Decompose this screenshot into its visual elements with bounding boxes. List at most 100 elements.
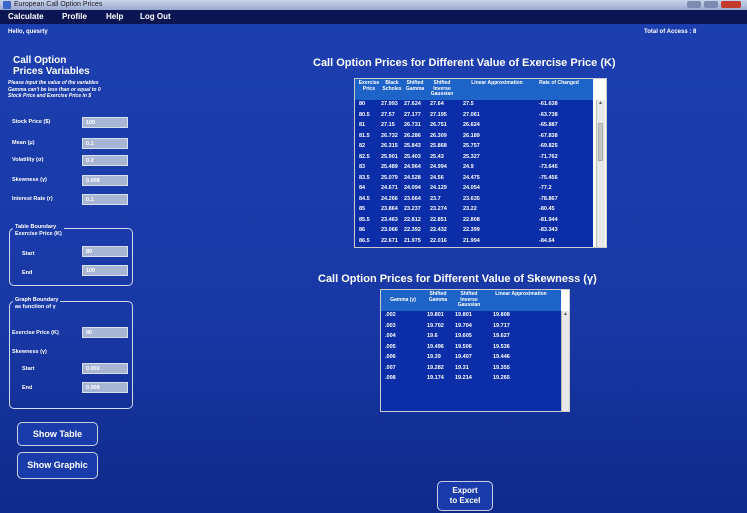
table-cell: 26.751 bbox=[430, 122, 447, 128]
table-cell: -67.838 bbox=[539, 132, 558, 139]
table-end-label: End bbox=[22, 270, 33, 276]
graph-start-input[interactable]: 0.002 bbox=[82, 363, 128, 374]
skewness-table-header: Gamma (γ) Shifted Gamma Shifted Inverse … bbox=[381, 290, 561, 311]
interest-rate-input[interactable]: 0.1 bbox=[82, 194, 128, 205]
table-cell: -63.738 bbox=[539, 111, 558, 118]
export-excel-button[interactable]: Export to Excel bbox=[437, 481, 493, 511]
table-cell: 83 bbox=[359, 164, 366, 170]
graph-boundary-title-line2: as function of γ bbox=[15, 304, 56, 310]
table-cell: 22.392 bbox=[404, 227, 421, 233]
table-row[interactable]: .005 19.496 19.506 19.536 bbox=[381, 343, 561, 352]
table-cell: 19.265 bbox=[493, 375, 510, 381]
graph-skewness-label: Skewness (γ) bbox=[12, 349, 47, 355]
menu-logout[interactable]: Log Out bbox=[140, 10, 171, 24]
table-row[interactable]: .002 19.801 19.801 19.808 bbox=[381, 311, 561, 320]
variables-title-line2: Prices Variables bbox=[13, 66, 90, 77]
scroll-up-icon[interactable]: ▲ bbox=[598, 100, 603, 106]
table-row[interactable]: 82 26.315 25.843 25.868 25.757 -69.825 bbox=[355, 142, 593, 151]
graph-start-label: Start bbox=[22, 366, 35, 372]
table-cell: 24.054 bbox=[463, 185, 480, 191]
table-cell: 19.355 bbox=[493, 364, 510, 371]
mean-input[interactable]: 0.1 bbox=[82, 138, 128, 149]
table-row[interactable]: 80 27.993 27.624 27.64 27.5 -61.638 bbox=[355, 100, 593, 109]
table-start-label: Start bbox=[22, 251, 35, 257]
table-cell: 19.496 bbox=[427, 343, 444, 350]
table-row[interactable]: 84 24.671 24.094 24.129 24.054 -77.2 bbox=[355, 184, 593, 193]
table-row[interactable]: .004 19.6 19.605 19.627 bbox=[381, 332, 561, 341]
table-cell: .007 bbox=[385, 364, 396, 371]
table-cell: .003 bbox=[385, 322, 396, 329]
interest-rate-label: Interest Rate (r) bbox=[12, 196, 53, 202]
stock-price-input[interactable]: 100 bbox=[82, 117, 128, 128]
table-row[interactable]: 86 23.066 22.392 22.432 22.399 -83.343 bbox=[355, 226, 593, 235]
table-row[interactable]: .003 19.702 19.704 19.717 bbox=[381, 322, 561, 331]
table-cell: 19.506 bbox=[455, 343, 472, 350]
table-cell: -77.2 bbox=[539, 185, 552, 191]
table-cell: 26.732 bbox=[381, 132, 398, 139]
table-row[interactable]: 85 23.864 23.237 23.274 23.22 -80.45 bbox=[355, 205, 593, 214]
table-cell: 19.702 bbox=[427, 322, 444, 329]
table-cell: 27.5 bbox=[463, 101, 474, 107]
menu-help[interactable]: Help bbox=[106, 10, 123, 24]
table-cell: 21.994 bbox=[463, 237, 480, 244]
graph-exercise-label: Exercise Price (K) bbox=[12, 330, 59, 336]
table-cell: 23.7 bbox=[430, 195, 441, 202]
table-row[interactable]: 81 27.15 26.731 26.751 26.624 -65.887 bbox=[355, 121, 593, 130]
table-cell: 19.174 bbox=[427, 375, 444, 381]
table-cell: 26.309 bbox=[430, 132, 447, 139]
table-cell: 26.624 bbox=[463, 122, 480, 128]
table-cell: 23.864 bbox=[381, 206, 398, 212]
exercise-price-table[interactable]: Exercise Price Black Scholes Shifted Gam… bbox=[354, 78, 607, 248]
column-header: Linear Approximation bbox=[495, 291, 547, 297]
table-row[interactable]: .007 19.282 19.31 19.355 bbox=[381, 364, 561, 373]
skewness-input[interactable]: 0.008 bbox=[82, 175, 128, 186]
table-row[interactable]: 83.5 25.079 24.528 24.56 24.475 -75.456 bbox=[355, 174, 593, 183]
table-end-input[interactable]: 100 bbox=[82, 265, 128, 276]
graph-exercise-input[interactable]: 90 bbox=[82, 327, 128, 338]
table-row[interactable]: 83 25.489 24.964 24.994 24.9 -73.645 bbox=[355, 163, 593, 172]
table-cell: 25.079 bbox=[381, 174, 398, 181]
volatility-input[interactable]: 0.2 bbox=[82, 155, 128, 166]
table-cell: 19.31 bbox=[455, 364, 469, 371]
table-row[interactable]: 82.5 25.901 25.403 25.43 25.327 -71.762 bbox=[355, 153, 593, 162]
column-header: Shifted Gamma bbox=[428, 291, 448, 303]
table-cell: 82 bbox=[359, 143, 366, 149]
table-cell: 86.5 bbox=[359, 237, 370, 244]
table-row[interactable]: 81.5 26.732 26.286 26.309 26.189 -67.838 bbox=[355, 132, 593, 141]
close-icon[interactable] bbox=[721, 1, 741, 8]
exercise-table-body: 80 27.993 27.624 27.64 27.5 -61.638 80.5 27.57 2… bbox=[355, 100, 593, 247]
skewness-table[interactable]: Gamma (γ) Shifted Gamma Shifted Inverse … bbox=[380, 289, 570, 412]
table-row[interactable]: 80.5 27.57 27.177 27.195 27.061 -63.738 bbox=[355, 111, 593, 120]
scroll-up-icon[interactable]: ▲ bbox=[563, 311, 568, 317]
table-cell: 26.315 bbox=[381, 143, 398, 149]
scroll-thumb[interactable] bbox=[598, 123, 603, 161]
table-cell: 24.56 bbox=[430, 174, 444, 181]
show-table-button[interactable]: Show Table bbox=[17, 422, 98, 446]
exercise-table-scrollbar[interactable]: ▲ bbox=[596, 100, 605, 247]
graph-end-input[interactable]: 0.008 bbox=[82, 382, 128, 393]
table-start-input[interactable]: 80 bbox=[82, 246, 128, 257]
table-cell: 27.177 bbox=[404, 111, 421, 118]
table-cell: 25.901 bbox=[381, 153, 398, 160]
table-cell: 23.237 bbox=[404, 206, 421, 212]
skewness-table-scrollbar[interactable]: ▲ bbox=[561, 311, 569, 411]
minimize-icon[interactable] bbox=[687, 1, 701, 8]
maximize-icon[interactable] bbox=[704, 1, 718, 8]
show-graphic-button[interactable]: Show Graphic bbox=[17, 452, 98, 479]
graph-end-label: End bbox=[22, 385, 33, 391]
table-cell: 23.463 bbox=[381, 216, 398, 223]
table-cell: 23.22 bbox=[463, 206, 477, 212]
menu-profile[interactable]: Profile bbox=[62, 10, 87, 24]
table-row[interactable]: 86.5 22.671 21.975 22.016 21.994 -84.64 bbox=[355, 237, 593, 246]
table-cell: 84 bbox=[359, 185, 366, 191]
table-row[interactable]: .006 19.39 19.407 19.446 bbox=[381, 353, 561, 362]
table-row[interactable]: .008 19.174 19.214 19.265 bbox=[381, 374, 561, 383]
table-cell: -75.456 bbox=[539, 174, 558, 181]
table-cell: 19.39 bbox=[427, 354, 441, 360]
table-row[interactable]: 85.5 23.463 22.812 22.851 22.808 -81.944 bbox=[355, 216, 593, 225]
menu-calculate[interactable]: Calculate bbox=[8, 10, 44, 24]
table-cell: 27.195 bbox=[430, 111, 447, 118]
export-label-line1: Export bbox=[452, 486, 478, 495]
table-row[interactable]: 84.5 24.266 23.664 23.7 23.635 -78.867 bbox=[355, 195, 593, 204]
table-cell: 27.993 bbox=[381, 101, 398, 107]
